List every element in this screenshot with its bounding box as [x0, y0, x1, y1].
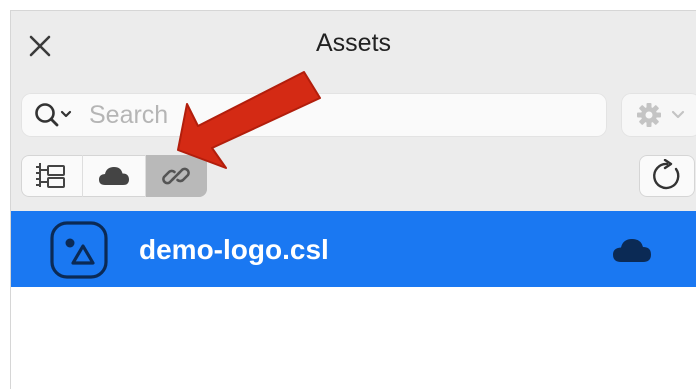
search-field[interactable] [21, 93, 607, 137]
asset-row[interactable]: demo-logo.csl [11, 211, 696, 287]
asset-name: demo-logo.csl [139, 234, 329, 265]
settings-menu-button[interactable] [621, 93, 696, 137]
cloud-icon [613, 239, 651, 262]
asset-list: demo-logo.csl [11, 211, 696, 389]
tab-library[interactable] [21, 155, 82, 197]
shapes-symbol-icon [50, 221, 108, 279]
panel-titlebar: Assets [11, 11, 696, 79]
asset-thumbnail [49, 220, 109, 280]
search-input[interactable] [87, 99, 571, 131]
gear-icon [637, 103, 685, 127]
search-options-button[interactable] [33, 100, 79, 130]
link-icon [162, 167, 191, 185]
cloud-icon [98, 167, 129, 185]
tab-linked[interactable] [144, 155, 207, 197]
search-icon [35, 103, 72, 127]
cloud-sync-status [611, 235, 653, 270]
tab-cloud[interactable] [82, 155, 144, 197]
refresh-button[interactable] [639, 155, 695, 197]
chevron-down-icon [671, 110, 685, 119]
refresh-icon [653, 159, 680, 190]
library-tree-icon [35, 163, 65, 188]
panel-title: Assets [315, 29, 392, 57]
asset-source-tabs [21, 155, 207, 197]
assets-panel: Assets Search demo-logo.csl [10, 10, 696, 389]
